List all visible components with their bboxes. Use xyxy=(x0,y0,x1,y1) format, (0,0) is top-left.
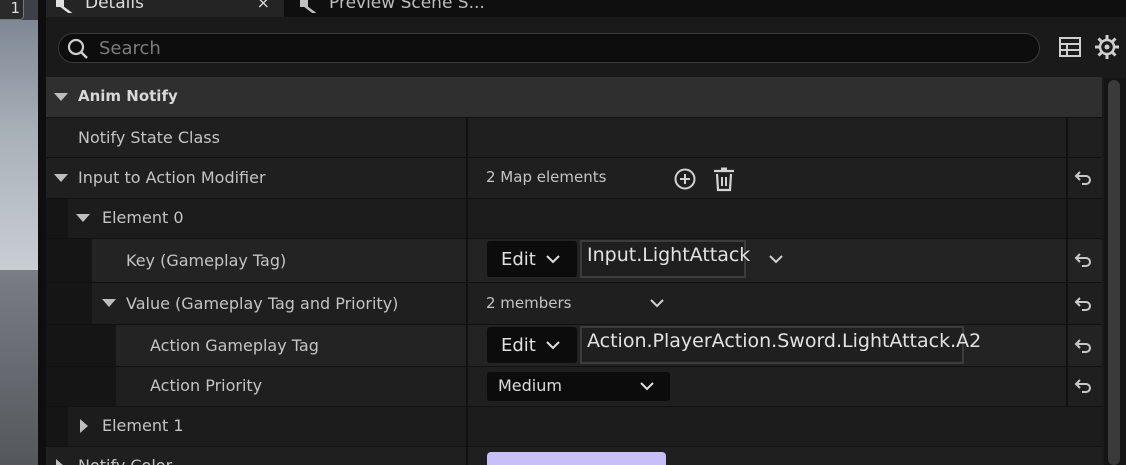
preview-scene-icon xyxy=(300,0,317,13)
indent-guide xyxy=(46,283,92,324)
trash-icon[interactable] xyxy=(712,166,736,192)
row-divider xyxy=(46,366,1102,367)
collapse-arrow-icon[interactable] xyxy=(54,174,68,182)
collapse-arrow-icon[interactable] xyxy=(54,93,68,101)
collapse-arrow-icon[interactable] xyxy=(102,299,116,307)
members-count: 2 members xyxy=(486,294,572,312)
search-box[interactable] xyxy=(58,33,1040,63)
tab-details-label: Details xyxy=(85,0,144,13)
gameplay-tag-value[interactable]: Input.LightAttack xyxy=(580,240,750,278)
row-divider xyxy=(46,117,1102,118)
tab-preview-label: Preview Scene S... xyxy=(329,0,485,13)
scrollbar-thumb[interactable] xyxy=(1108,80,1120,465)
reset-to-default-icon[interactable] xyxy=(1074,170,1092,186)
details-icon xyxy=(56,0,73,13)
indent-guide xyxy=(46,199,68,238)
column-divider xyxy=(1066,118,1068,407)
row-divider xyxy=(46,157,1102,158)
map-elements-count: 2 Map elements xyxy=(486,168,607,186)
gear-icon[interactable] xyxy=(1094,34,1120,60)
chevron-down-icon[interactable] xyxy=(768,254,784,265)
reset-to-default-icon[interactable] xyxy=(1074,252,1092,268)
search-input[interactable] xyxy=(99,34,999,62)
viewport-strip: 1 xyxy=(0,0,38,465)
viewport-sky xyxy=(0,20,38,270)
property-label: Notify State Class xyxy=(78,128,220,147)
add-element-icon[interactable] xyxy=(673,167,697,191)
viewport-badge: 1 xyxy=(0,0,24,20)
close-icon[interactable]: × xyxy=(257,0,270,12)
priority-dropdown[interactable]: Medium xyxy=(487,372,670,401)
table-view-icon[interactable] xyxy=(1058,36,1082,58)
map-element-1[interactable]: Element 1 xyxy=(46,407,1102,446)
indent-guide xyxy=(46,325,116,366)
chevron-down-icon xyxy=(546,341,560,350)
map-element-0[interactable]: Element 0 xyxy=(46,199,1102,238)
tab-preview-scene[interactable]: Preview Scene S... xyxy=(290,0,510,17)
tab-details[interactable]: Details × xyxy=(46,0,284,17)
expand-arrow-icon[interactable] xyxy=(80,419,88,433)
edit-tag-button[interactable]: Edit xyxy=(487,327,577,363)
property-label: Action Gameplay Tag xyxy=(150,336,319,355)
color-swatch[interactable] xyxy=(487,452,666,465)
reset-to-default-icon[interactable] xyxy=(1074,378,1092,394)
row-divider xyxy=(46,324,1102,325)
indent-guide xyxy=(46,407,68,446)
row-divider xyxy=(46,282,1102,283)
reset-to-default-icon[interactable] xyxy=(1074,296,1092,312)
panel-separator[interactable] xyxy=(38,0,46,465)
property-label: Notify Color xyxy=(78,456,172,465)
property-row-value[interactable]: Value (Gameplay Tag and Priority) 2 memb… xyxy=(46,283,1102,324)
element-label: Element 1 xyxy=(102,416,184,435)
expand-arrow-icon[interactable] xyxy=(56,459,64,465)
collapse-arrow-icon[interactable] xyxy=(76,214,90,222)
edit-label: Edit xyxy=(501,248,536,270)
edit-tag-button[interactable]: Edit xyxy=(487,241,577,277)
property-label: Key (Gameplay Tag) xyxy=(126,251,287,270)
section-header-anim-notify[interactable]: Anim Notify xyxy=(46,77,1102,117)
indent-guide xyxy=(46,239,92,282)
edit-label: Edit xyxy=(501,334,536,356)
property-label: Input to Action Modifier xyxy=(78,168,266,187)
column-divider[interactable] xyxy=(466,118,468,465)
row-divider xyxy=(46,406,1102,407)
priority-value: Medium xyxy=(498,376,562,395)
row-divider xyxy=(46,198,1102,199)
row-divider xyxy=(46,238,1102,239)
section-title: Anim Notify xyxy=(78,87,178,105)
chevron-down-icon xyxy=(640,382,654,391)
property-row-input-to-action-modifier[interactable]: Input to Action Modifier 2 Map elements xyxy=(46,158,1102,198)
property-label: Action Priority xyxy=(150,376,263,395)
row-divider xyxy=(46,446,1102,447)
indent-guide xyxy=(46,367,116,406)
chevron-down-icon xyxy=(546,255,560,264)
property-label: Value (Gameplay Tag and Priority) xyxy=(126,294,399,313)
search-icon xyxy=(67,38,88,59)
gameplay-tag-value[interactable]: Action.PlayerAction.Sword.LightAttack.A2 xyxy=(580,326,981,364)
viewport-ground xyxy=(0,270,38,465)
property-row-notify-state-class[interactable]: Notify State Class xyxy=(46,118,1102,157)
chevron-down-icon[interactable] xyxy=(649,298,665,309)
reset-to-default-icon[interactable] xyxy=(1074,338,1092,354)
element-label: Element 0 xyxy=(102,208,184,227)
